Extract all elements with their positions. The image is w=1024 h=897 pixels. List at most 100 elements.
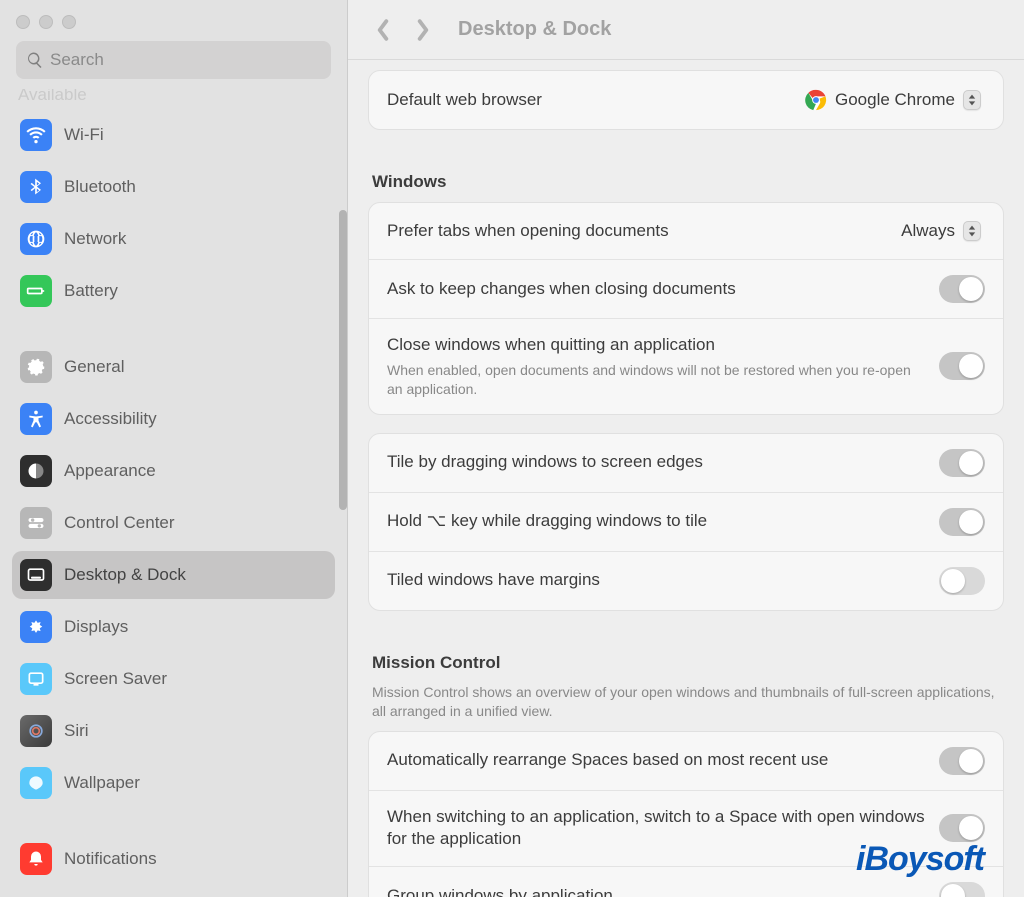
sidebar-item-label: Displays xyxy=(64,617,128,637)
sidebar-section-label: Available xyxy=(12,89,335,111)
sidebar-item-label: Accessibility xyxy=(64,409,157,429)
sidebar-item-accessibility[interactable]: Accessibility xyxy=(12,395,335,443)
nav-forward-button[interactable] xyxy=(412,16,434,44)
prefer-tabs-popup[interactable]: Always xyxy=(891,218,985,244)
sidebar-item-wifi[interactable]: Wi-Fi xyxy=(12,111,335,159)
row-label: When switching to an application, switch… xyxy=(387,806,927,852)
sidebar-item-label: Control Center xyxy=(64,513,175,533)
siri-icon xyxy=(20,715,52,747)
sidebar-item-wallpaper[interactable]: Wallpaper xyxy=(12,759,335,807)
sidebar-gap xyxy=(12,811,335,835)
row-label: Close windows when quitting an applicati… xyxy=(387,334,927,357)
default-browser-card: Default web browser Google Chrome xyxy=(368,70,1004,130)
screen-saver-icon xyxy=(20,663,52,695)
sidebar-item-label: Desktop & Dock xyxy=(64,565,186,585)
sidebar-item-notifications[interactable]: Notifications xyxy=(12,835,335,883)
default-browser-popup[interactable]: Google Chrome xyxy=(795,86,985,114)
section-heading-windows: Windows xyxy=(368,148,1004,202)
row-label: Ask to keep changes when closing documen… xyxy=(387,278,927,301)
sidebar-item-label: Bluetooth xyxy=(64,177,136,197)
sidebar-item-control-center[interactable]: Control Center xyxy=(12,499,335,547)
toggle-switch-space[interactable] xyxy=(939,814,985,842)
toggle-tile-edges[interactable] xyxy=(939,449,985,477)
row-prefer-tabs: Prefer tabs when opening documents Alway… xyxy=(369,203,1003,260)
accessibility-icon xyxy=(20,403,52,435)
row-tile-margins: Tiled windows have margins xyxy=(369,552,1003,610)
notifications-icon xyxy=(20,843,52,875)
sidebar-item-general[interactable]: General xyxy=(12,343,335,391)
sidebar-list: Wi-Fi Bluetooth Network Battery xyxy=(12,111,335,883)
wallpaper-icon xyxy=(20,767,52,799)
row-label: Default web browser xyxy=(387,89,783,112)
sidebar-gap xyxy=(12,319,335,343)
search-input[interactable] xyxy=(50,50,321,70)
row-close-windows-quit: Close windows when quitting an applicati… xyxy=(369,319,1003,414)
sidebar-scroll: Available Wi-Fi Bluetooth Network xyxy=(0,89,347,897)
minimize-window-icon[interactable] xyxy=(39,15,53,29)
popup-value: Always xyxy=(901,221,955,241)
bluetooth-icon xyxy=(20,171,52,203)
sidebar-item-label: Siri xyxy=(64,721,89,741)
sidebar-item-label: Battery xyxy=(64,281,118,301)
toggle-hold-option[interactable] xyxy=(939,508,985,536)
default-browser-row: Default web browser Google Chrome xyxy=(369,71,1003,129)
row-hold-option: Hold ⌥ key while dragging windows to til… xyxy=(369,493,1003,552)
toggle-ask-keep-changes[interactable] xyxy=(939,275,985,303)
wifi-icon xyxy=(20,119,52,151)
main-content: Desktop & Dock Default web browser xyxy=(348,0,1024,897)
toggle-rearrange-spaces[interactable] xyxy=(939,747,985,775)
sidebar-item-desktop-dock[interactable]: Desktop & Dock xyxy=(12,551,335,599)
sidebar-item-siri[interactable]: Siri xyxy=(12,707,335,755)
battery-icon xyxy=(20,275,52,307)
sidebar-item-network[interactable]: Network xyxy=(12,215,335,263)
toggle-close-windows-quit[interactable] xyxy=(939,352,985,380)
displays-icon xyxy=(20,611,52,643)
search-icon xyxy=(26,51,44,69)
sidebar-item-label: Screen Saver xyxy=(64,669,167,689)
sidebar-item-label: Notifications xyxy=(64,849,157,869)
watermark: iBoysoft xyxy=(856,840,984,879)
sidebar-item-label: Appearance xyxy=(64,461,156,481)
control-center-icon xyxy=(20,507,52,539)
sidebar-item-appearance[interactable]: Appearance xyxy=(12,447,335,495)
close-window-icon[interactable] xyxy=(16,15,30,29)
chevron-up-down-icon xyxy=(963,221,981,241)
window-controls xyxy=(0,0,347,41)
chrome-icon xyxy=(805,89,827,111)
row-rearrange-spaces: Automatically rearrange Spaces based on … xyxy=(369,732,1003,791)
main-header: Desktop & Dock xyxy=(348,0,1024,60)
search-wrap xyxy=(0,41,347,89)
row-label: Prefer tabs when opening documents xyxy=(387,220,879,243)
toggle-tile-margins[interactable] xyxy=(939,567,985,595)
sidebar-item-screen-saver[interactable]: Screen Saver xyxy=(12,655,335,703)
search-box[interactable] xyxy=(16,41,331,79)
appearance-icon xyxy=(20,455,52,487)
general-icon xyxy=(20,351,52,383)
row-label: Automatically rearrange Spaces based on … xyxy=(387,749,927,772)
toggle-group-windows[interactable] xyxy=(939,882,985,897)
network-icon xyxy=(20,223,52,255)
sidebar-item-label: Wi-Fi xyxy=(64,125,104,145)
sidebar-item-label: General xyxy=(64,357,124,377)
row-label: Group windows by application xyxy=(387,885,927,897)
row-tile-edges: Tile by dragging windows to screen edges xyxy=(369,434,1003,493)
row-ask-keep-changes: Ask to keep changes when closing documen… xyxy=(369,260,1003,319)
windows-card-1: Prefer tabs when opening documents Alway… xyxy=(368,202,1004,415)
sidebar-item-bluetooth[interactable]: Bluetooth xyxy=(12,163,335,211)
chevron-up-down-icon xyxy=(963,90,981,110)
windows-card-2: Tile by dragging windows to screen edges… xyxy=(368,433,1004,611)
section-desc-mission-control: Mission Control shows an overview of you… xyxy=(368,683,1004,731)
zoom-window-icon[interactable] xyxy=(62,15,76,29)
sidebar-item-label: Wallpaper xyxy=(64,773,140,793)
sidebar-scrollbar[interactable] xyxy=(339,210,347,510)
nav-back-button[interactable] xyxy=(372,16,394,44)
section-heading-mission-control: Mission Control xyxy=(368,629,1004,683)
page-title: Desktop & Dock xyxy=(458,18,611,41)
sidebar: Available Wi-Fi Bluetooth Network xyxy=(0,0,348,897)
sidebar-item-displays[interactable]: Displays xyxy=(12,603,335,651)
row-label: Tile by dragging windows to screen edges xyxy=(387,451,927,474)
desktop-dock-icon xyxy=(20,559,52,591)
popup-value: Google Chrome xyxy=(835,90,955,110)
main-scroll: Default web browser Google Chrome xyxy=(348,60,1024,897)
sidebar-item-battery[interactable]: Battery xyxy=(12,267,335,315)
